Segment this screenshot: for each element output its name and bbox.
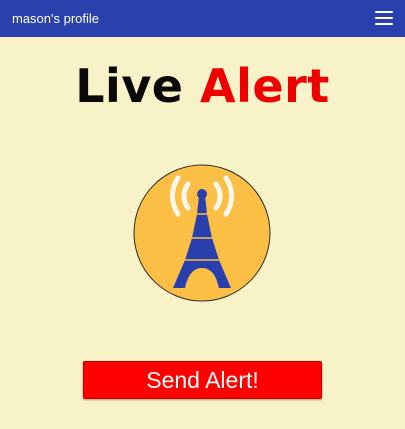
app-title-alert: Alert xyxy=(200,59,330,113)
top-navbar: mason's profile xyxy=(0,0,405,37)
app-title-live: Live xyxy=(75,59,184,113)
broadcast-tower-icon xyxy=(133,164,271,302)
send-alert-button[interactable]: Send Alert! xyxy=(83,361,322,399)
hamburger-menu-icon[interactable] xyxy=(373,8,395,28)
profile-link[interactable]: mason's profile xyxy=(12,11,99,27)
app-title: Live Alert xyxy=(0,56,405,116)
